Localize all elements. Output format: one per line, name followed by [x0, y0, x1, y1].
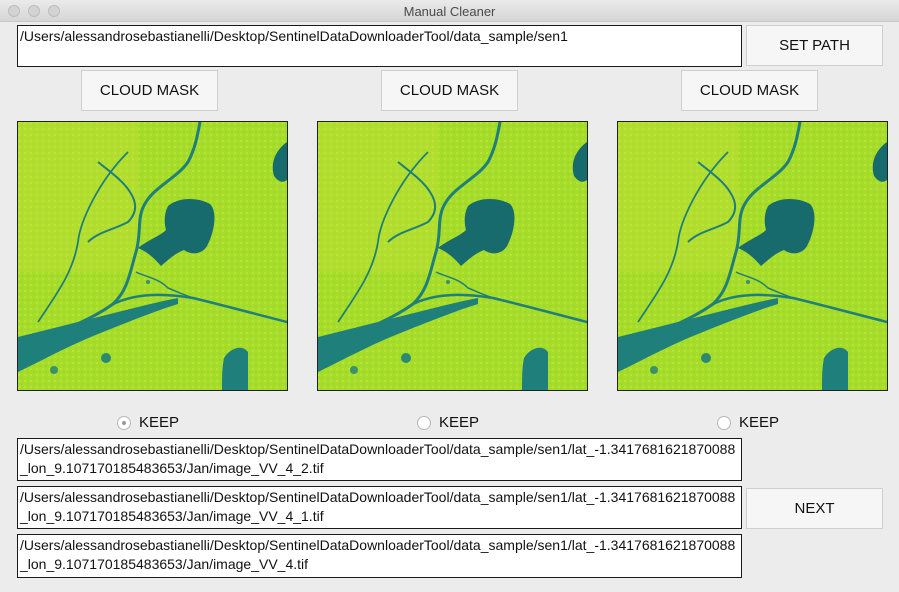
- cloud-mask-button-2[interactable]: CLOUD MASK: [381, 70, 518, 111]
- sar-image-2: [317, 121, 588, 391]
- keep-label-3: KEEP: [739, 414, 780, 431]
- cloud-mask-button-3[interactable]: CLOUD MASK: [681, 70, 818, 111]
- title-bar: Manual Cleaner: [0, 0, 899, 22]
- keep-label-1: KEEP: [139, 414, 180, 431]
- keep-radio-2[interactable]: [417, 415, 431, 430]
- keep-option-3[interactable]: KEEP: [717, 414, 779, 431]
- file-path-field-2[interactable]: /Users/alessandrosebastianelli/Desktop/S…: [17, 486, 742, 529]
- keep-radio-3[interactable]: [717, 415, 731, 430]
- cloud-mask-button-1[interactable]: CLOUD MASK: [81, 70, 218, 111]
- sar-image-1: [17, 121, 288, 391]
- keep-option-2[interactable]: KEEP: [417, 414, 479, 431]
- path-input[interactable]: /Users/alessandrosebastianelli/Desktop/S…: [17, 25, 742, 67]
- manual-cleaner-window: Manual Cleaner /Users/alessandrosebastia…: [0, 0, 899, 592]
- keep-option-1[interactable]: KEEP: [117, 414, 179, 431]
- set-path-button[interactable]: SET PATH: [746, 25, 883, 66]
- file-path-field-1[interactable]: /Users/alessandrosebastianelli/Desktop/S…: [17, 438, 742, 481]
- sar-image-3: [617, 121, 888, 391]
- next-button[interactable]: NEXT: [746, 488, 883, 529]
- keep-radio-1[interactable]: [117, 415, 131, 430]
- file-path-field-3[interactable]: /Users/alessandrosebastianelli/Desktop/S…: [17, 534, 742, 578]
- window-title: Manual Cleaner: [403, 4, 496, 19]
- keep-label-2: KEEP: [439, 414, 480, 431]
